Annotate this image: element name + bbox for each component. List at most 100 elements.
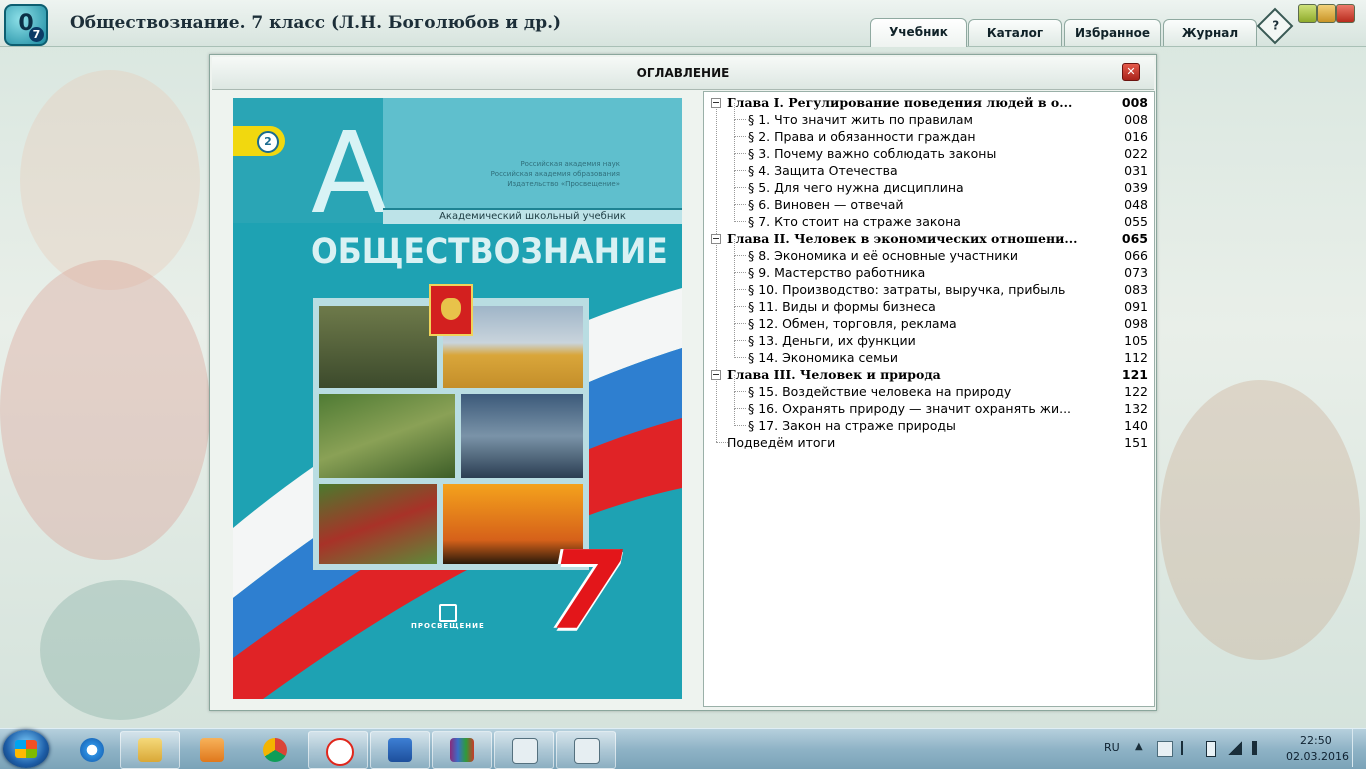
toc-tree-branch xyxy=(734,340,746,341)
show-desktop-button[interactable] xyxy=(1352,729,1365,767)
toc-tree-branch xyxy=(734,289,746,290)
toc-section-row[interactable]: § 1. Что значит жить по правилам 008 xyxy=(704,103,1152,128)
window-icon xyxy=(574,738,600,764)
toc-section-row[interactable]: § 13. Деньги, их функции 105 xyxy=(704,324,1152,349)
background-decoration xyxy=(40,580,200,720)
toc-item-page: 121 xyxy=(1121,367,1148,382)
toc-item-page: 008 xyxy=(1124,112,1148,127)
photo-strawberries xyxy=(319,484,437,564)
toc-item-page: 022 xyxy=(1124,146,1148,161)
toc-list[interactable]: Глава I. Регулирование поведения людей в… xyxy=(703,91,1155,707)
battery-icon[interactable] xyxy=(1206,741,1216,757)
toc-item-title: § 11. Виды и формы бизнеса xyxy=(748,299,936,314)
toc-tree-line xyxy=(734,171,735,188)
taskbar-winrar[interactable] xyxy=(432,731,492,769)
toc-item-page: 055 xyxy=(1124,214,1148,229)
toc-item-title: Глава I. Регулирование поведения людей в… xyxy=(727,95,1073,110)
clock-time[interactable]: 22:50 xyxy=(1300,734,1332,747)
toc-tree-line xyxy=(734,256,735,273)
clock-date[interactable]: 02.03.2016 xyxy=(1286,750,1349,763)
collapse-icon[interactable] xyxy=(711,370,721,380)
toc-item-title: § 12. Обмен, торговля, реклама xyxy=(748,316,957,331)
close-window-button[interactable] xyxy=(1336,4,1355,23)
toc-item-title: § 8. Экономика и её основные участники xyxy=(748,248,1019,263)
word-icon xyxy=(388,738,412,762)
toc-item-page: 065 xyxy=(1121,231,1148,246)
toc-chapter-row[interactable]: Глава I. Регулирование поведения людей в… xyxy=(704,94,1152,111)
toc-section-row[interactable]: § 9. Мастерство работника 073 xyxy=(704,256,1152,281)
toc-section-row[interactable]: § 10. Производство: затраты, выручка, пр… xyxy=(704,273,1152,298)
toc-tree-line xyxy=(734,273,735,290)
taskbar-word[interactable] xyxy=(370,731,430,769)
chrome-icon xyxy=(263,738,287,762)
tab-catalog[interactable]: Каталог xyxy=(968,19,1062,46)
toc-item-page: 151 xyxy=(1124,435,1148,450)
taskbar-window-1[interactable] xyxy=(494,731,554,769)
file-explorer-icon xyxy=(138,738,162,762)
toc-item-page: 112 xyxy=(1124,350,1148,365)
toc-section-row[interactable]: § 11. Виды и формы бизнеса 091 xyxy=(704,290,1152,315)
taskbar-chrome[interactable] xyxy=(245,731,305,769)
language-indicator[interactable]: RU xyxy=(1104,741,1120,754)
yandex-icon xyxy=(326,738,354,766)
publisher-logo-icon xyxy=(439,604,457,622)
book-cover[interactable]: 2 А Российская академия наук Российская … xyxy=(233,98,682,699)
toc-item-page: 132 xyxy=(1124,401,1148,416)
tab-favorites[interactable]: Избранное xyxy=(1064,19,1161,46)
help-button[interactable]: ? xyxy=(1256,7,1294,45)
maximize-button[interactable] xyxy=(1317,4,1336,23)
taskbar-window-2[interactable] xyxy=(556,731,616,769)
toc-section-row[interactable]: § 14. Экономика семьи 112 xyxy=(704,341,1152,366)
toc-section-row[interactable]: § 15. Воздействие человека на природу 122 xyxy=(704,375,1152,400)
signal-icon[interactable] xyxy=(1228,741,1242,755)
toc-item-title: § 16. Охранять природу — значит охранять… xyxy=(748,401,1072,416)
toc-item-page: 122 xyxy=(1124,384,1148,399)
action-center-icon[interactable] xyxy=(1157,741,1173,757)
toc-close-button[interactable]: ✕ xyxy=(1122,63,1140,81)
toc-tree-branch xyxy=(734,187,746,188)
taskbar-explorer[interactable] xyxy=(120,731,180,769)
tab-journal[interactable]: Журнал xyxy=(1163,19,1257,46)
toc-section-row[interactable]: § 12. Обмен, торговля, реклама 098 xyxy=(704,307,1152,332)
collapse-icon[interactable] xyxy=(711,98,721,108)
toc-tree-line xyxy=(734,409,735,426)
toc-tree-branch xyxy=(734,357,746,358)
cover-publisher-name: ПРОСВЕЩЕНИЕ xyxy=(411,622,485,630)
tab-textbook[interactable]: Учебник xyxy=(870,18,967,47)
toc-tree-branch xyxy=(734,221,746,222)
internet-explorer-icon xyxy=(80,738,104,762)
toc-section-row[interactable]: § 4. Защита Отечества 031 xyxy=(704,154,1152,179)
toc-chapter-row[interactable]: Глава III. Человек и природа 121 xyxy=(704,366,1152,383)
start-button[interactable] xyxy=(3,730,49,768)
window-title: Обществознание. 7 класс (Л.Н. Боголюбов … xyxy=(70,13,562,33)
toc-section-row[interactable]: § 17. Закон на страже природы 140 xyxy=(704,409,1152,434)
collapse-icon[interactable] xyxy=(711,234,721,244)
toc-section-row[interactable]: § 5. Для чего нужна дисциплина 039 xyxy=(704,171,1152,196)
toc-section-row[interactable]: Подведём итоги 151 xyxy=(704,434,1152,451)
toc-item-title: § 13. Деньги, их функции xyxy=(748,333,916,348)
toc-item-title: § 4. Защита Отечества xyxy=(748,163,898,178)
toc-section-row[interactable]: § 3. Почему важно соблюдать законы 022 xyxy=(704,137,1152,162)
toc-section-row[interactable]: § 8. Экономика и её основные участники 06… xyxy=(704,239,1152,264)
flag-icon[interactable] xyxy=(1181,741,1197,755)
app-logo-sub: 7 xyxy=(29,27,44,42)
toc-section-row[interactable]: § 6. Виновен — отвечай 048 xyxy=(704,188,1152,213)
toc-tree-branch xyxy=(734,119,746,120)
toc-chapter-row[interactable]: Глава II. Человек в экономических отноше… xyxy=(704,230,1152,247)
toc-section-row[interactable]: § 16. Охранять природу — значит охранять… xyxy=(704,392,1152,417)
toc-tree-branch xyxy=(734,153,746,154)
taskbar-media[interactable] xyxy=(182,731,242,769)
toc-section-row[interactable]: § 7. Кто стоит на страже закона 055 xyxy=(704,205,1152,230)
taskbar-ie[interactable] xyxy=(62,731,122,769)
volume-icon[interactable] xyxy=(1252,741,1271,755)
toc-item-title: § 1. Что значит жить по правилам xyxy=(748,112,973,127)
minimize-button[interactable] xyxy=(1298,4,1317,23)
toc-item-title: § 9. Мастерство работника xyxy=(748,265,926,280)
toc-tree-line xyxy=(734,290,735,307)
taskbar-yandex[interactable] xyxy=(308,731,368,769)
toc-item-page: 031 xyxy=(1124,163,1148,178)
toc-section-row[interactable]: § 2. Права и обязанности граждан 016 xyxy=(704,120,1152,145)
expand-tray-icon[interactable]: ▲ xyxy=(1135,741,1149,755)
toc-tree-branch xyxy=(734,391,746,392)
toc-item-title: Глава III. Человек и природа xyxy=(727,367,941,382)
